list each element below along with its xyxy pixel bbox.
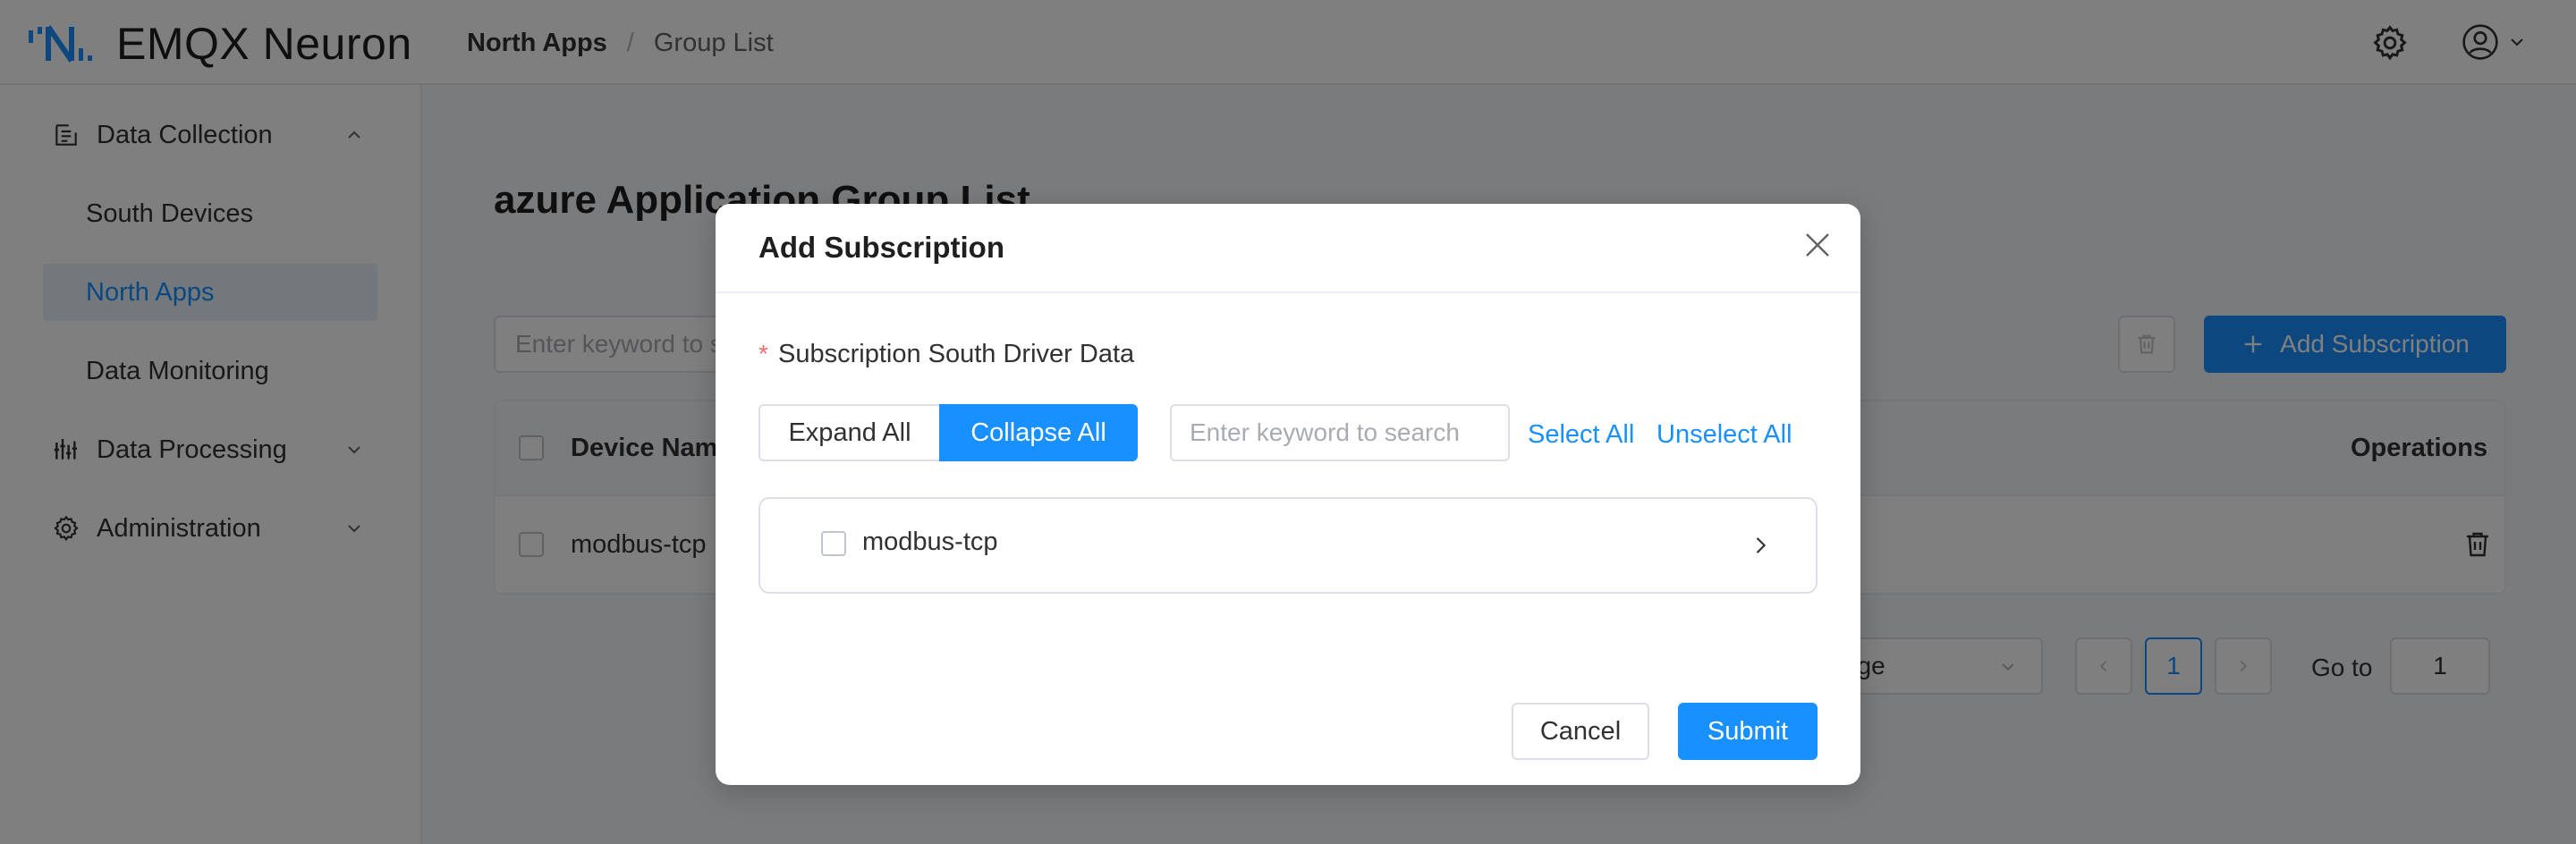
subscription-field-label: Subscription South Driver Data [778,340,1135,368]
cancel-button[interactable]: Cancel [1512,703,1649,760]
tree-search-input[interactable]: Enter keyword to search [1170,404,1510,461]
dialog-title: Add Subscription [758,231,1004,264]
unselect-all-link[interactable]: Unselect All [1657,420,1792,450]
chevron-right-icon[interactable] [1748,533,1773,558]
close-icon[interactable] [1801,229,1834,261]
dialog-divider [716,291,1860,293]
collapse-all-button[interactable]: Collapse All [939,404,1138,461]
add-subscription-dialog: Add Subscription * Subscription South Dr… [716,204,1860,785]
required-mark: * [758,340,768,367]
tree-node-label[interactable]: modbus-tcp [862,528,998,557]
submit-button[interactable]: Submit [1678,703,1818,760]
driver-tree: modbus-tcp [758,497,1818,594]
select-all-link[interactable]: Select All [1528,420,1634,450]
tree-node-checkbox[interactable] [821,531,846,556]
expand-all-button[interactable]: Expand All [758,404,939,461]
